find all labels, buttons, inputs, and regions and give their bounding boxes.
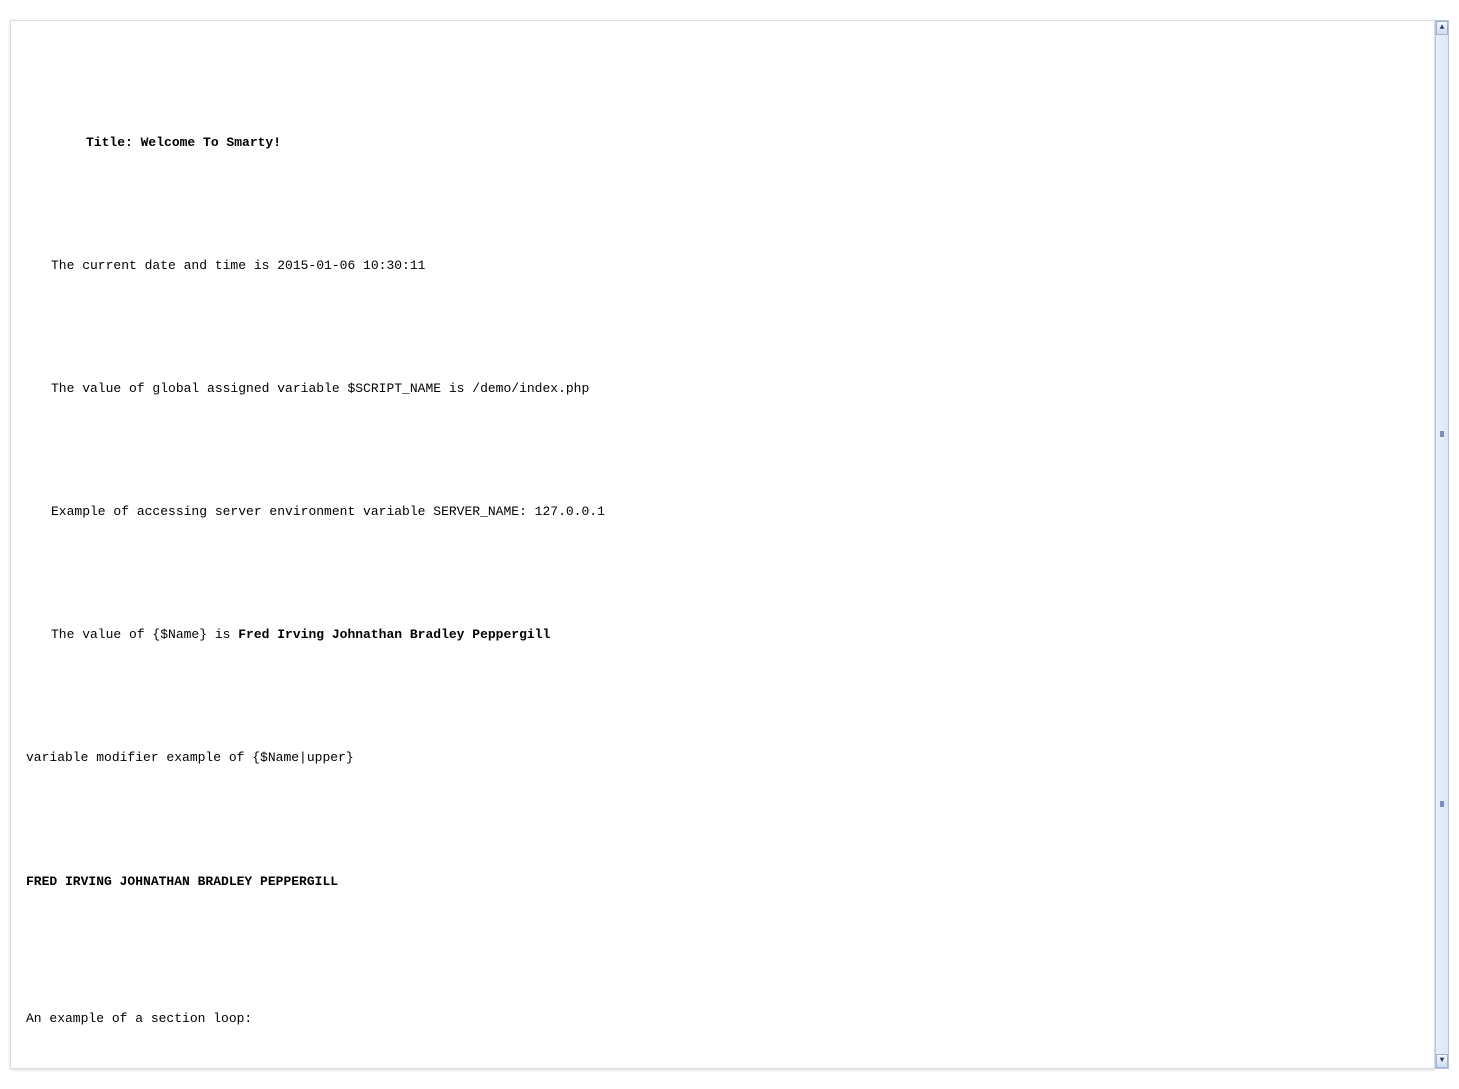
page-title: Title: Welcome To Smarty! (11, 134, 1434, 152)
scrollbar-tick (1440, 431, 1444, 437)
title-prefix: Title: (86, 135, 141, 150)
vertical-scrollbar[interactable]: ▲ ▼ (1435, 20, 1449, 1069)
title-text: Welcome To Smarty! (141, 135, 281, 150)
datetime-line: The current date and time is 2015-01-06 … (11, 257, 1434, 275)
scrollbar-tick (1440, 801, 1444, 807)
name-line-prefix: The value of {$Name} is (51, 627, 238, 642)
name-line: The value of {$Name} is Fred Irving John… (11, 626, 1434, 644)
server-name-line: Example of accessing server environment … (11, 503, 1434, 521)
document-content: Title: Welcome To Smarty! The current da… (11, 61, 1434, 1089)
name-upper: FRED IRVING JOHNATHAN BRADLEY PEPPERGILL (11, 873, 1434, 891)
section-loop-heading: An example of a section loop: (11, 1010, 1434, 1028)
script-name-line: The value of global assigned variable $S… (11, 380, 1434, 398)
modifier-line: variable modifier example of {$Name|uppe… (11, 749, 1434, 767)
scroll-up-arrow-icon[interactable]: ▲ (1436, 21, 1448, 35)
scroll-down-arrow-icon[interactable]: ▼ (1436, 1054, 1448, 1068)
name-line-value: Fred Irving Johnathan Bradley Peppergill (238, 627, 550, 642)
document-pane: Title: Welcome To Smarty! The current da… (10, 20, 1435, 1069)
